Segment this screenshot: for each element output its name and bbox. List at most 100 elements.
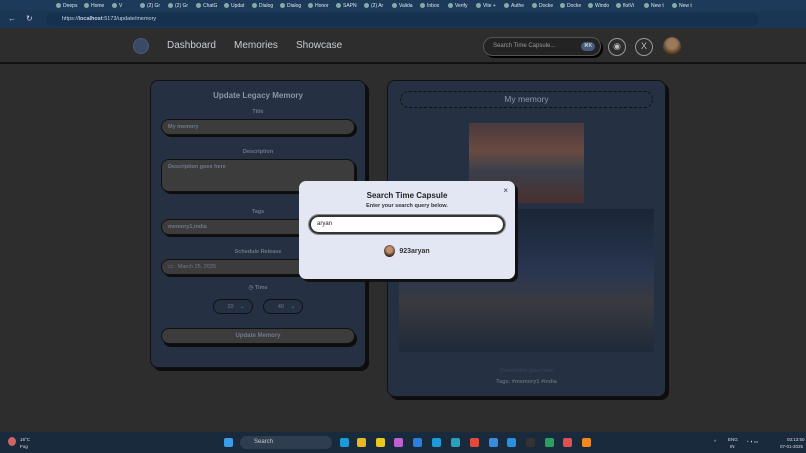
chrome-icon[interactable]: [470, 438, 479, 447]
search-input[interactable]: aryan: [308, 214, 506, 235]
browser-tab[interactable]: Dialog: [280, 3, 306, 9]
favicon-icon: [392, 3, 397, 8]
favicon-icon: [308, 3, 313, 8]
preview-description: Description goes here: [499, 368, 554, 374]
lang[interactable]: ENG: [728, 437, 738, 442]
nav-dashboard[interactable]: Dashboard: [167, 40, 216, 51]
tab-label: Honor: [315, 2, 329, 9]
browser-tab[interactable]: flotVi: [616, 3, 642, 9]
outlook-icon[interactable]: [413, 438, 422, 447]
favicon-icon: [196, 3, 201, 8]
browser-tab[interactable]: V: [112, 3, 138, 9]
excel-icon[interactable]: [545, 438, 554, 447]
weather-icon: [8, 437, 16, 446]
app-icon[interactable]: [507, 438, 516, 447]
browser-tab[interactable]: Home: [84, 3, 110, 9]
browser-tab[interactable]: Windo: [588, 3, 614, 9]
phone-link-icon[interactable]: [451, 438, 460, 447]
tab-label: Docke: [567, 2, 582, 9]
title-input[interactable]: My memory: [161, 119, 355, 135]
vlc-icon[interactable]: [582, 438, 591, 447]
browser-tab[interactable]: Dialog: [252, 3, 278, 9]
tray-chevron-icon[interactable]: ^: [714, 439, 716, 444]
tab-label: Dialog: [287, 2, 302, 9]
time-label-text: Time: [254, 285, 268, 291]
browser-tab[interactable]: Vite +: [476, 3, 502, 9]
browser-tab[interactable]: Docke: [560, 3, 586, 9]
pdf-icon[interactable]: [563, 438, 572, 447]
browser-tab[interactable]: Docke: [532, 3, 558, 9]
url-input[interactable]: https://localhost:5173/update/memory: [46, 13, 758, 26]
tab-label: SAPN: [343, 2, 357, 9]
sticky-notes-icon[interactable]: [376, 438, 385, 447]
form-title: Update Legacy Memory: [213, 91, 303, 100]
browser-tab[interactable]: Verify: [448, 3, 474, 9]
minute-value: 40: [277, 304, 284, 310]
taskbar-search-label: Search: [254, 439, 274, 445]
favicon-icon: [56, 3, 61, 8]
browser-tab[interactable]: Updat: [224, 3, 250, 9]
browser-tab[interactable]: (2) Ar: [364, 3, 390, 9]
edge-icon[interactable]: [340, 438, 349, 447]
browser-tab[interactable]: ChatG: [196, 3, 222, 9]
nav-memories[interactable]: Memories: [234, 40, 278, 51]
avatar[interactable]: [663, 37, 681, 57]
update-memory-button[interactable]: Update Memory: [161, 328, 355, 344]
url-prefix: https://: [62, 16, 79, 22]
browser-tab[interactable]: Honor: [308, 3, 334, 9]
browser-tab[interactable]: Deeps: [56, 3, 82, 9]
file-explorer-icon[interactable]: [357, 438, 366, 447]
favicon-icon: [280, 3, 285, 8]
search-button[interactable]: Search Time Capsule... ⌘K: [483, 37, 601, 56]
avatar: [384, 245, 396, 257]
logo-icon[interactable]: [133, 38, 149, 54]
nav-showcase[interactable]: Showcase: [296, 40, 342, 51]
preview-title: My memory: [400, 91, 653, 108]
browser-tab[interactable]: Valida: [392, 3, 418, 9]
browser-tab[interactable]: New t: [644, 3, 670, 9]
modal-title: Search Time Capsule: [366, 191, 448, 200]
browser-tab[interactable]: (2) Gr: [168, 3, 194, 9]
browser-tab[interactable]: New t: [672, 3, 698, 9]
shortcut-badge: ⌘K: [581, 42, 595, 51]
browser-tab[interactable]: SAPN: [336, 3, 362, 9]
browser-tab[interactable]: Inbox: [420, 3, 446, 9]
browser-tab[interactable]: (2) Gr: [140, 3, 166, 9]
tab-label: Verify: [455, 2, 468, 9]
x-icon[interactable]: X: [635, 38, 653, 56]
search-result-item[interactable]: 923aryan: [299, 245, 515, 257]
close-icon[interactable]: ×: [503, 186, 508, 195]
wifi-volume-battery-icon[interactable]: ◔ ◖ ▭: [746, 439, 758, 445]
favicon-icon: [644, 3, 649, 8]
favicon-icon: [420, 3, 425, 8]
tab-label: Deeps: [63, 2, 78, 9]
tab-label: Docke: [539, 2, 554, 9]
reload-icon[interactable]: ↻: [26, 14, 33, 23]
favicon-icon: [336, 3, 341, 8]
taskbar-search[interactable]: Search: [240, 436, 332, 449]
clock-time[interactable]: 03:13:50: [787, 437, 805, 442]
edge-beta-icon[interactable]: [432, 438, 441, 447]
tab-label: ChatG: [203, 2, 218, 9]
copilot-icon[interactable]: [394, 438, 403, 447]
windows-start-icon[interactable]: [224, 438, 233, 447]
taskbar: 16°C Fog Search ^ ENG IN ◔ ◖ ▭ 03:13:50 …: [0, 432, 806, 453]
description-label: Description: [242, 149, 274, 155]
result-username: 923aryan: [399, 247, 430, 255]
favicon-icon: [560, 3, 565, 8]
tab-label: Dialog: [259, 2, 274, 9]
tab-label: Windo: [595, 2, 610, 9]
region: IN: [730, 444, 735, 449]
tab-label: (2) Gr: [175, 2, 189, 9]
browser-tab[interactable]: Authe: [504, 3, 530, 9]
github-icon[interactable]: ◉: [608, 38, 626, 56]
terminal-icon[interactable]: [526, 438, 535, 447]
favicon-icon: [364, 3, 369, 8]
favicon-icon: [112, 3, 117, 8]
hour-select[interactable]: 20 ⌄: [212, 299, 253, 314]
vscode-icon[interactable]: [489, 438, 498, 447]
favicon-icon: [448, 3, 453, 8]
back-icon[interactable]: ←: [8, 14, 16, 23]
minute-select[interactable]: 40 ⌄: [263, 299, 304, 314]
date-value: March 25, 2035: [177, 264, 216, 270]
